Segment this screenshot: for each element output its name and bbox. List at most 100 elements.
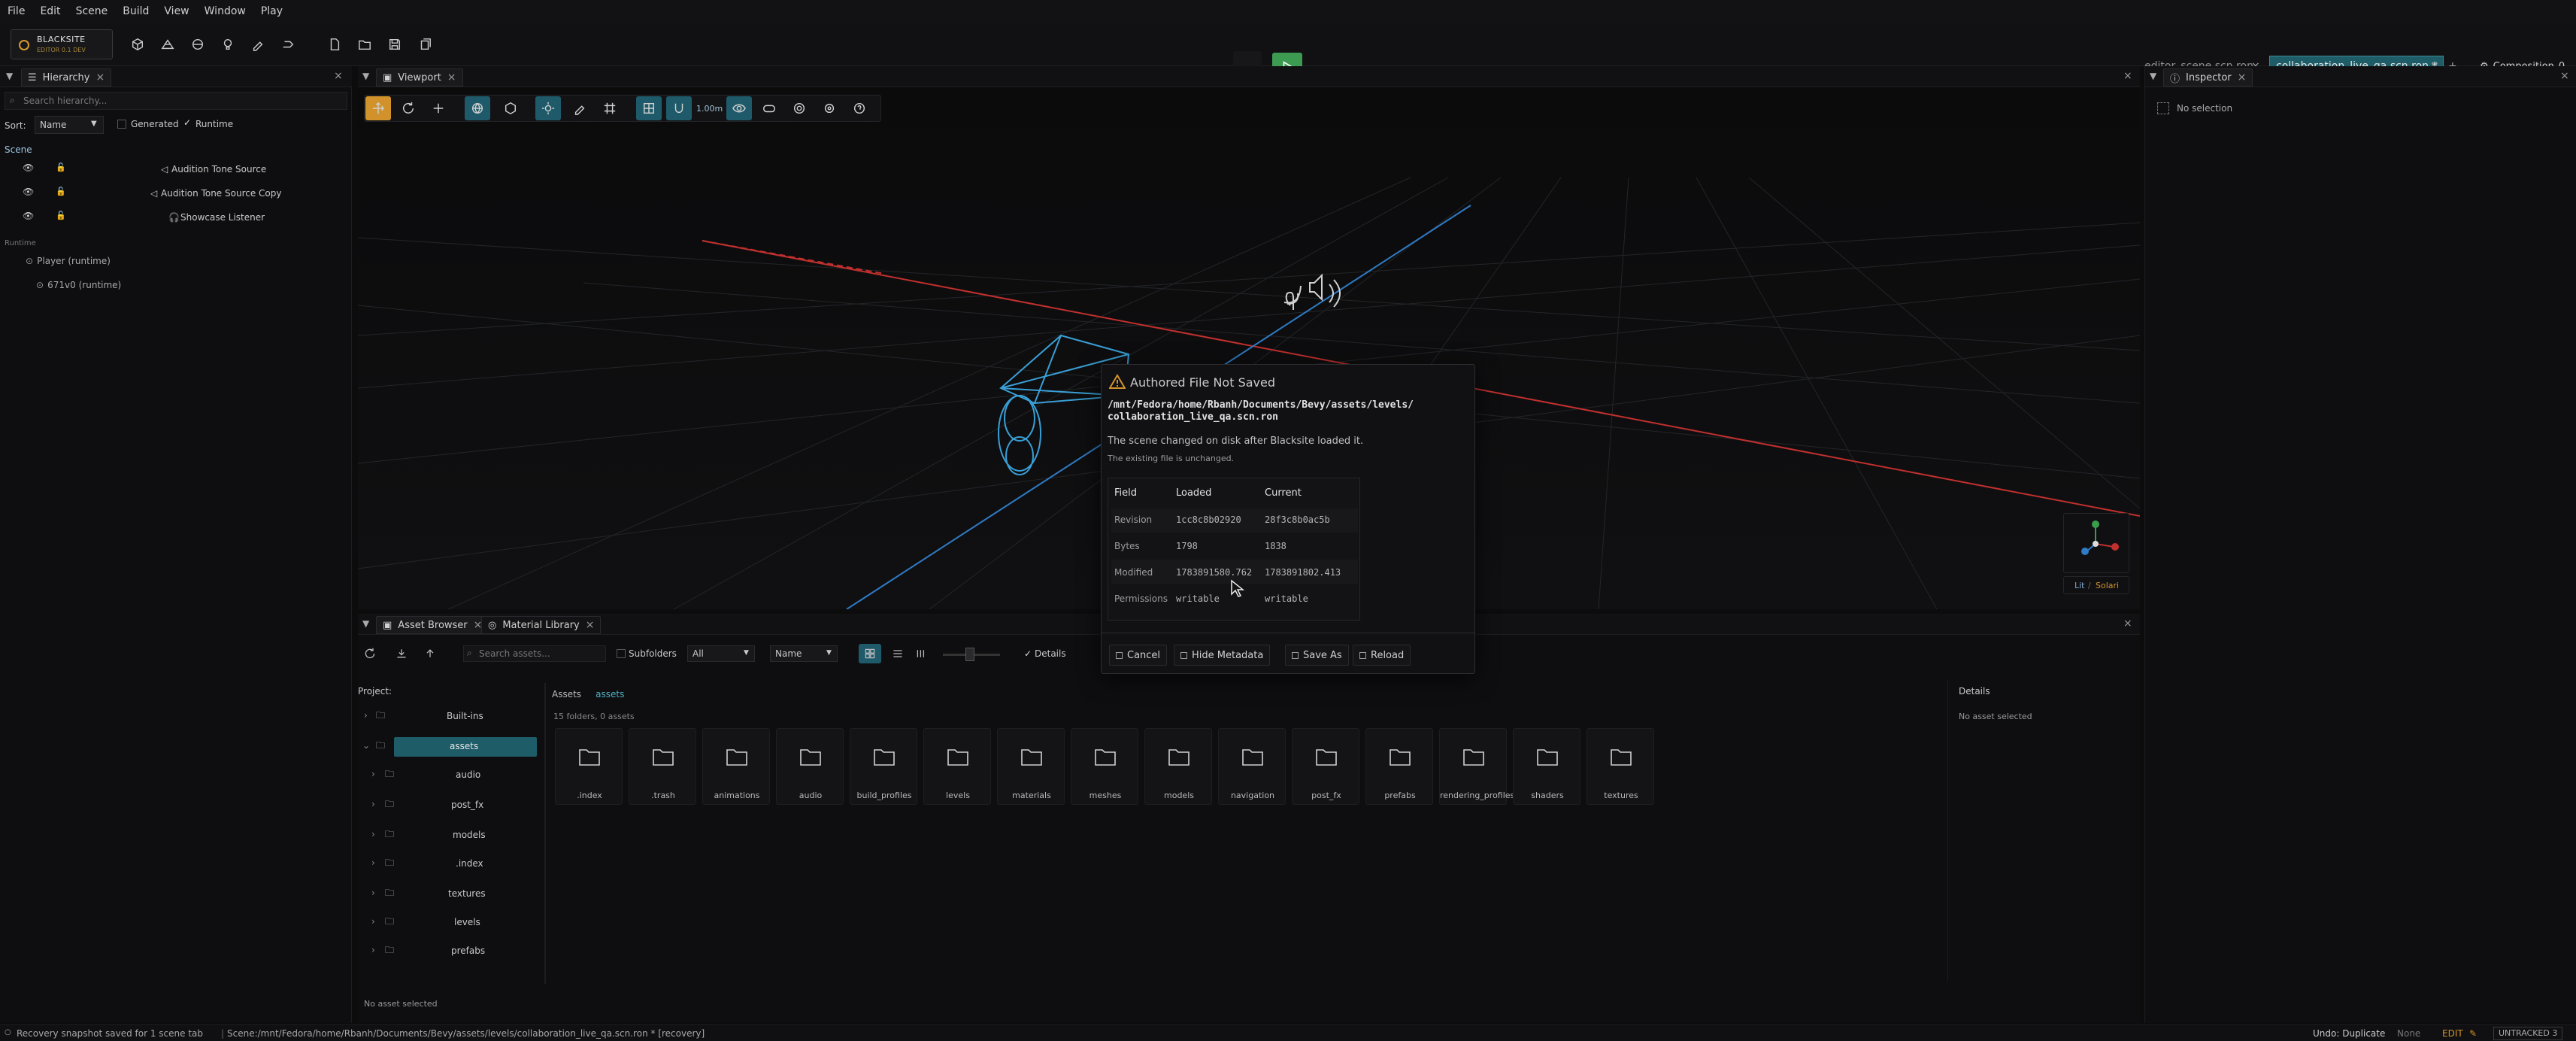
global-space-icon[interactable] xyxy=(465,96,490,120)
menu-view[interactable]: View xyxy=(156,5,196,17)
breadcrumb-root[interactable]: Assets xyxy=(552,689,581,700)
sphere-icon[interactable] xyxy=(186,33,209,56)
details-checkbox[interactable]: ✓ xyxy=(1024,648,1032,659)
runtime-checkbox[interactable]: ✓ xyxy=(183,117,191,128)
mesh-icon[interactable] xyxy=(156,33,179,56)
snap-size-value[interactable]: 1.00m xyxy=(696,104,723,114)
gamepad-icon[interactable] xyxy=(756,96,782,120)
hierarchy-search-input[interactable]: ⌕ Search hierarchy... xyxy=(5,92,347,110)
vcs-badge[interactable]: UNTRACKED 3 xyxy=(2493,1027,2563,1040)
tree-item-assets[interactable]: ⌄ 🗀 assets xyxy=(358,737,538,757)
lit-mode[interactable]: Lit xyxy=(2074,581,2085,590)
brush-icon[interactable] xyxy=(247,33,269,56)
menu-scene[interactable]: Scene xyxy=(68,5,116,17)
menu-file[interactable]: File xyxy=(0,5,32,17)
hierarchy-row[interactable]: ⊙ 671v0 (runtime) xyxy=(36,277,121,293)
folder-item[interactable]: navigation xyxy=(1218,728,1286,805)
splitter[interactable] xyxy=(544,683,546,984)
close-panel-icon[interactable]: × xyxy=(2123,618,2132,630)
tree-item[interactable]: › 🗀 models xyxy=(358,826,538,845)
subfolders-checkbox[interactable] xyxy=(617,649,626,658)
tab-inspector[interactable]: ⓘ Inspector × xyxy=(2163,68,2253,86)
folder-item[interactable]: levels xyxy=(923,728,991,805)
new-file-icon[interactable] xyxy=(323,33,346,56)
menu-play[interactable]: Play xyxy=(253,5,290,17)
tree-item-builtins[interactable]: › 🗀 Built-ins xyxy=(358,707,538,727)
grid-view-icon[interactable] xyxy=(859,644,881,663)
sort-dropdown[interactable]: Name ▼ xyxy=(35,116,104,134)
solari-mode[interactable]: Solari xyxy=(2096,581,2119,590)
redo-status[interactable]: None xyxy=(2397,1028,2420,1039)
tree-item[interactable]: › 🗀 post_fx xyxy=(358,796,538,815)
import-icon[interactable] xyxy=(392,645,411,662)
folder-item[interactable]: prefabs xyxy=(1365,728,1433,805)
collapse-icon[interactable]: ▼ xyxy=(6,71,13,81)
tree-item[interactable]: › 🗀 audio xyxy=(358,766,538,785)
asset-sort-dropdown[interactable]: Name ▼ xyxy=(770,645,838,662)
eye-icon[interactable]: 👁 xyxy=(23,187,34,197)
shading-mode[interactable]: Lit / Solari xyxy=(2063,576,2129,594)
lighting-icon[interactable] xyxy=(535,96,561,120)
folder-item[interactable]: .index xyxy=(555,728,623,805)
hierarchy-row[interactable]: ⊙ Player (runtime) xyxy=(26,253,111,269)
tree-item[interactable]: › 🗀 prefabs xyxy=(358,942,538,961)
close-icon[interactable]: × xyxy=(586,619,595,631)
lock-icon[interactable]: 🔓 xyxy=(56,162,66,172)
settings-icon[interactable] xyxy=(817,96,842,120)
menu-edit[interactable]: Edit xyxy=(32,5,68,17)
list-view-icon[interactable] xyxy=(889,645,907,662)
collapse-icon[interactable]: ▼ xyxy=(2150,71,2156,81)
path-icon[interactable] xyxy=(277,33,299,56)
folder-item[interactable]: audio xyxy=(776,728,844,805)
close-panel-icon[interactable]: × xyxy=(2123,70,2132,82)
tab-asset-browser[interactable]: ▣ Asset Browser × xyxy=(376,616,489,634)
tree-item[interactable]: › 🗀 .index xyxy=(358,854,538,874)
move-tool-icon[interactable] xyxy=(365,96,391,120)
hierarchy-row[interactable]: 👁 🔓 🎧 Showcase Listener xyxy=(0,208,352,227)
lock-icon[interactable]: 🔓 xyxy=(56,211,66,220)
orientation-gizmo[interactable] xyxy=(2063,513,2129,573)
folder-item[interactable]: textures xyxy=(1587,728,1654,805)
paint-icon[interactable] xyxy=(567,96,592,120)
close-icon[interactable]: × xyxy=(2238,71,2247,83)
light-icon[interactable] xyxy=(217,33,239,56)
snap-magnet-icon[interactable] xyxy=(666,96,692,120)
refresh-icon[interactable] xyxy=(361,645,379,662)
reload-button[interactable]: Reload xyxy=(1353,645,1411,666)
close-icon[interactable]: × xyxy=(96,71,105,83)
folder-item[interactable]: models xyxy=(1144,728,1212,805)
hide-metadata-button[interactable]: Hide Metadata xyxy=(1174,645,1271,666)
tree-item[interactable]: › 🗀 levels xyxy=(358,913,538,933)
asset-search-input[interactable]: ⌕ Search assets... xyxy=(463,645,606,662)
close-panel-icon[interactable]: × xyxy=(334,70,343,82)
scale-tool-icon[interactable] xyxy=(426,96,451,120)
rotate-tool-icon[interactable] xyxy=(395,96,421,120)
menu-build[interactable]: Build xyxy=(115,5,156,17)
frame-icon[interactable] xyxy=(597,96,623,120)
collapse-icon[interactable]: ▼ xyxy=(362,71,369,81)
folder-item[interactable]: animations xyxy=(702,728,770,805)
folder-item[interactable]: .trash xyxy=(629,728,696,805)
cube-icon[interactable] xyxy=(126,33,149,56)
column-view-icon[interactable] xyxy=(913,645,931,662)
close-icon[interactable]: × xyxy=(447,71,456,83)
folder-item[interactable]: materials xyxy=(997,728,1065,805)
folder-item[interactable]: shaders xyxy=(1513,728,1580,805)
save-as-button[interactable]: Save As xyxy=(1285,645,1349,666)
tab-material-library[interactable]: ◎ Material Library × xyxy=(481,616,602,634)
folder-item[interactable]: post_fx xyxy=(1292,728,1359,805)
lock-icon[interactable]: 🔓 xyxy=(56,187,66,196)
tab-viewport[interactable]: ▣ Viewport × xyxy=(376,68,463,86)
gear-icon[interactable] xyxy=(786,96,812,120)
folder-item[interactable]: build_profiles xyxy=(850,728,917,805)
cancel-button[interactable]: Cancel xyxy=(1109,645,1168,666)
save-all-icon[interactable] xyxy=(414,33,436,56)
open-folder-icon[interactable] xyxy=(353,33,376,56)
help-icon[interactable] xyxy=(847,96,872,120)
close-panel-icon[interactable]: × xyxy=(2560,70,2569,82)
hierarchy-row[interactable]: 👁 🔓 ◁ Audition Tone Source xyxy=(0,159,352,179)
generated-checkbox[interactable] xyxy=(117,120,126,129)
tab-hierarchy[interactable]: ☰ Hierarchy × xyxy=(21,68,112,86)
folder-item[interactable]: rendering_profiles xyxy=(1439,728,1514,805)
undo-status[interactable]: Undo: Duplicate xyxy=(2313,1028,2385,1039)
